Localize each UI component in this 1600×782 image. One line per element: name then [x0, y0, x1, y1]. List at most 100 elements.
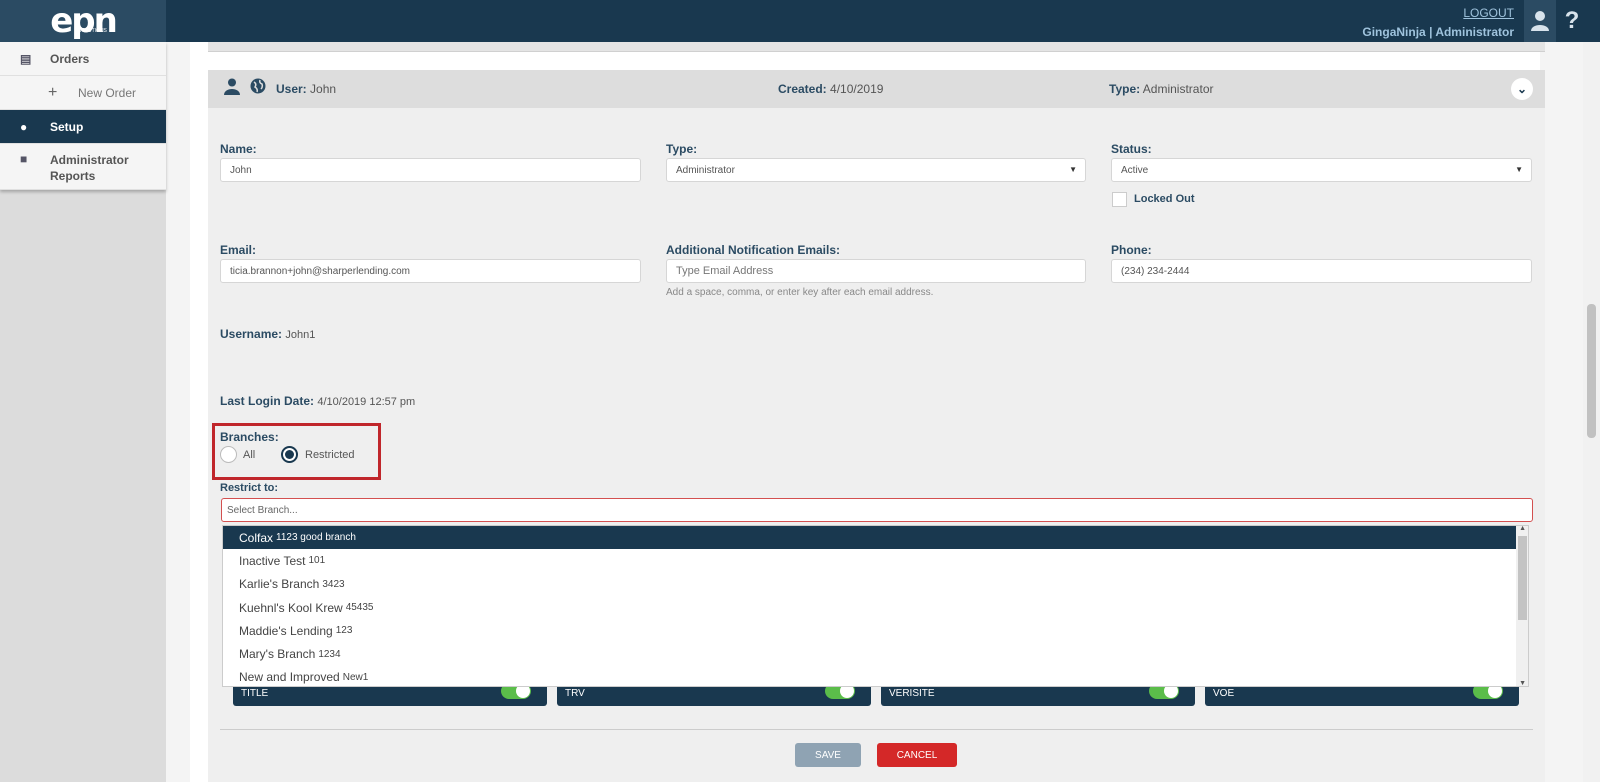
plus-icon: + [48, 83, 58, 101]
branch-option[interactable]: Mary's Branch 1234 [223, 642, 1518, 665]
branch-option-code: 3423 [322, 578, 345, 590]
header-type-label: Type: [1109, 82, 1141, 96]
help-icon[interactable]: ? [1556, 0, 1588, 42]
branches-restricted-label: Restricted [305, 449, 355, 461]
sidebar-item-setup[interactable]: ● Setup [0, 110, 166, 144]
collapse-chevron-icon[interactable]: ⌄ [1511, 78, 1533, 100]
email-field[interactable]: ticia.brannon+john@sharperlending.com [220, 259, 641, 283]
branch-option-code: 1234 [318, 648, 341, 660]
service-label: TRV [565, 687, 585, 699]
username-label: Username: [220, 327, 283, 341]
phone-label: Phone: [1111, 243, 1152, 257]
service-label: VOE [1213, 687, 1235, 699]
phone-field[interactable]: (234) 234-2444 [1111, 259, 1532, 283]
branch-option[interactable]: Inactive Test 101 [223, 549, 1518, 572]
header-created: Created: 4/10/2019 [778, 82, 883, 96]
branch-option-name: Kuehnl's Kool Krew [239, 600, 343, 615]
dropdown-caret-icon: ▼ [1069, 165, 1077, 174]
service-label: TITLE [241, 687, 269, 699]
previous-panel-edge [208, 42, 1545, 52]
branch-option-name: Maddie's Lending [239, 623, 333, 638]
branch-option-code: 1123 good branch [276, 532, 356, 544]
type-select-value: Administrator [676, 164, 735, 176]
logo[interactable]: epn SOLUTIONS [0, 0, 166, 42]
status-select-value: Active [1121, 164, 1149, 176]
locked-out-label: Locked Out [1134, 193, 1195, 205]
username-value: John1 [285, 329, 316, 341]
sidebar-item-label: Orders [50, 51, 90, 66]
type-select[interactable]: Administrator ▼ [666, 158, 1086, 182]
dropdown-caret-icon: ▼ [1515, 165, 1523, 174]
notification-emails-input[interactable]: Type Email Address [666, 259, 1086, 283]
header-created-label: Created: [778, 82, 827, 96]
branch-option[interactable]: Maddie's Lending 123 [223, 619, 1518, 642]
branch-option-name: Inactive Test [239, 553, 306, 568]
name-label: Name: [220, 142, 257, 156]
page-scroll-thumb[interactable] [1587, 304, 1596, 438]
header-user-label: User: [276, 82, 307, 96]
header-icons [224, 78, 266, 100]
dropdown-scrollbar[interactable]: ▲ ▼ [1516, 526, 1528, 686]
sidebar-item-new-order[interactable]: + New Order [0, 76, 166, 110]
username-row: Username: John1 [220, 327, 315, 341]
cancel-button[interactable]: CANCEL [877, 743, 957, 767]
branch-option[interactable]: New and Improved New1 [223, 666, 1518, 686]
separator: | [1429, 25, 1433, 39]
header-user: User: John [276, 82, 336, 96]
branch-option-name: Mary's Branch [239, 647, 316, 662]
branch-option-name: Colfax [239, 530, 274, 545]
role-label: Administrator [1435, 25, 1514, 39]
locked-out-checkbox[interactable] [1112, 192, 1127, 207]
status-select[interactable]: Active ▼ [1111, 158, 1532, 182]
logo-subtext: SOLUTIONS [78, 28, 107, 34]
user-info: LOGOUT GingaNinja | Administrator [1362, 6, 1514, 39]
user-icon: ● [20, 119, 28, 134]
scroll-up-arrow-icon[interactable]: ▲ [1519, 526, 1526, 532]
restrict-to-label: Restrict to: [220, 482, 279, 494]
username-label: GingaNinja [1362, 25, 1426, 39]
branch-option-code: 101 [308, 555, 326, 567]
branch-option[interactable]: Kuehnl's Kool Krew 45435 [223, 596, 1518, 619]
branches-all-radio[interactable] [220, 446, 237, 463]
branches-all-label: All [243, 449, 256, 461]
type-label: Type: [666, 142, 698, 156]
scroll-down-arrow-icon[interactable]: ▼ [1519, 680, 1526, 686]
last-login-label: Last Login Date: [220, 394, 315, 408]
email-label: Email: [220, 243, 257, 257]
status-label: Status: [1111, 142, 1152, 156]
sidebar-item-orders[interactable]: ▤ Orders [0, 42, 166, 76]
last-login-row: Last Login Date: 4/10/2019 12:57 pm [220, 394, 415, 408]
user-icon[interactable] [1524, 0, 1556, 42]
globe-icon [250, 78, 266, 100]
dropdown-scroll-thumb[interactable] [1518, 536, 1527, 620]
user-icon [224, 78, 240, 100]
branch-option[interactable]: Karlie's Branch 3423 [223, 573, 1518, 596]
branch-option-code: 123 [335, 625, 353, 637]
branch-option-code: New1 [342, 671, 369, 683]
notification-emails-label: Additional Notification Emails: [666, 243, 841, 257]
save-button[interactable]: SAVE [795, 743, 861, 767]
folder-icon: ■ [20, 152, 28, 166]
branch-option[interactable]: Colfax 1123 good branch [223, 526, 1518, 550]
header-type-value: Administrator [1142, 82, 1214, 96]
name-field[interactable]: John [220, 158, 641, 182]
header-created-value: 4/10/2019 [830, 82, 884, 96]
branch-option-name: Karlie's Branch [239, 577, 320, 592]
sidebar-item-label: Setup [50, 119, 84, 134]
branch-dropdown: Colfax 1123 good branch Inactive Test 10… [222, 525, 1529, 687]
last-login-value: 4/10/2019 12:57 pm [317, 396, 416, 408]
branch-select-input[interactable]: Select Branch... [221, 498, 1533, 522]
logout-link[interactable]: LOGOUT [1362, 6, 1514, 20]
user-line: GingaNinja | Administrator [1362, 25, 1514, 39]
header-type: Type: Administrator [1109, 82, 1213, 96]
page-scrollbar[interactable] [1583, 42, 1600, 782]
sidebar-item-label: Administrator Reports [50, 153, 129, 183]
top-bar: epn SOLUTIONS LOGOUT GingaNinja | Admini… [0, 0, 1600, 42]
sidebar: ▤ Orders + New Order ● Setup ■ Administr… [0, 42, 166, 190]
branch-option-name: New and Improved [239, 670, 340, 685]
header-user-value: John [310, 82, 337, 96]
branches-restricted-radio[interactable] [281, 446, 298, 463]
sidebar-item-administrator-reports[interactable]: ■ Administrator Reports [0, 144, 166, 190]
user-panel-header[interactable]: User: John Created: 4/10/2019 Type: Admi… [208, 70, 1545, 108]
divider [220, 729, 1533, 730]
